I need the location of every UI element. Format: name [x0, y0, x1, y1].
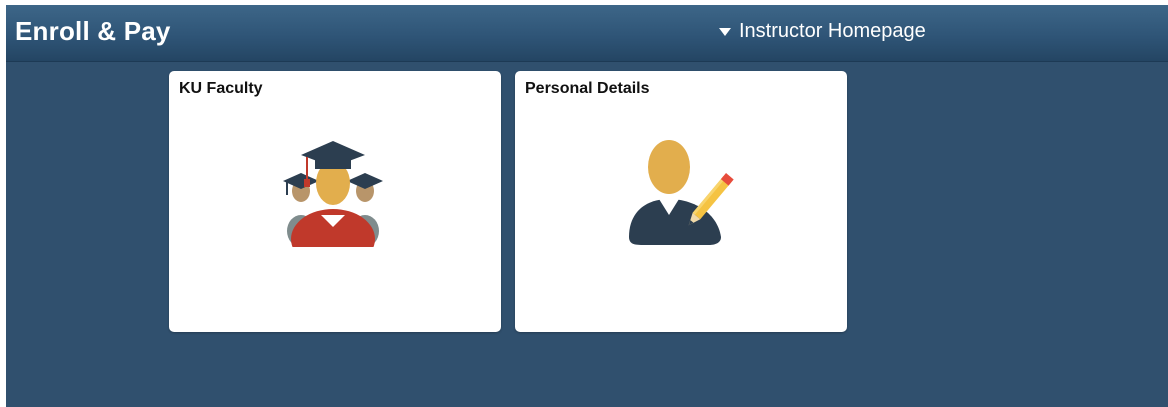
top-banner: Enroll & Pay Instructor Homepage — [6, 5, 1168, 62]
caret-down-icon — [719, 28, 731, 36]
homepage-selector-label: Instructor Homepage — [739, 20, 926, 42]
app-title: Enroll & Pay — [15, 16, 171, 46]
homepage-selector[interactable]: Instructor Homepage — [719, 20, 926, 43]
app-frame: Enroll & Pay Instructor Homepage KU Facu… — [6, 5, 1168, 407]
person-edit-icon — [629, 140, 734, 245]
tile-title: Personal Details — [525, 80, 650, 97]
tile-ku-faculty[interactable]: KU Faculty — [169, 71, 501, 332]
faculty-graduates-icon — [283, 141, 383, 247]
tile-title: KU Faculty — [179, 80, 263, 97]
tile-personal-details[interactable]: Personal Details — [515, 71, 847, 332]
